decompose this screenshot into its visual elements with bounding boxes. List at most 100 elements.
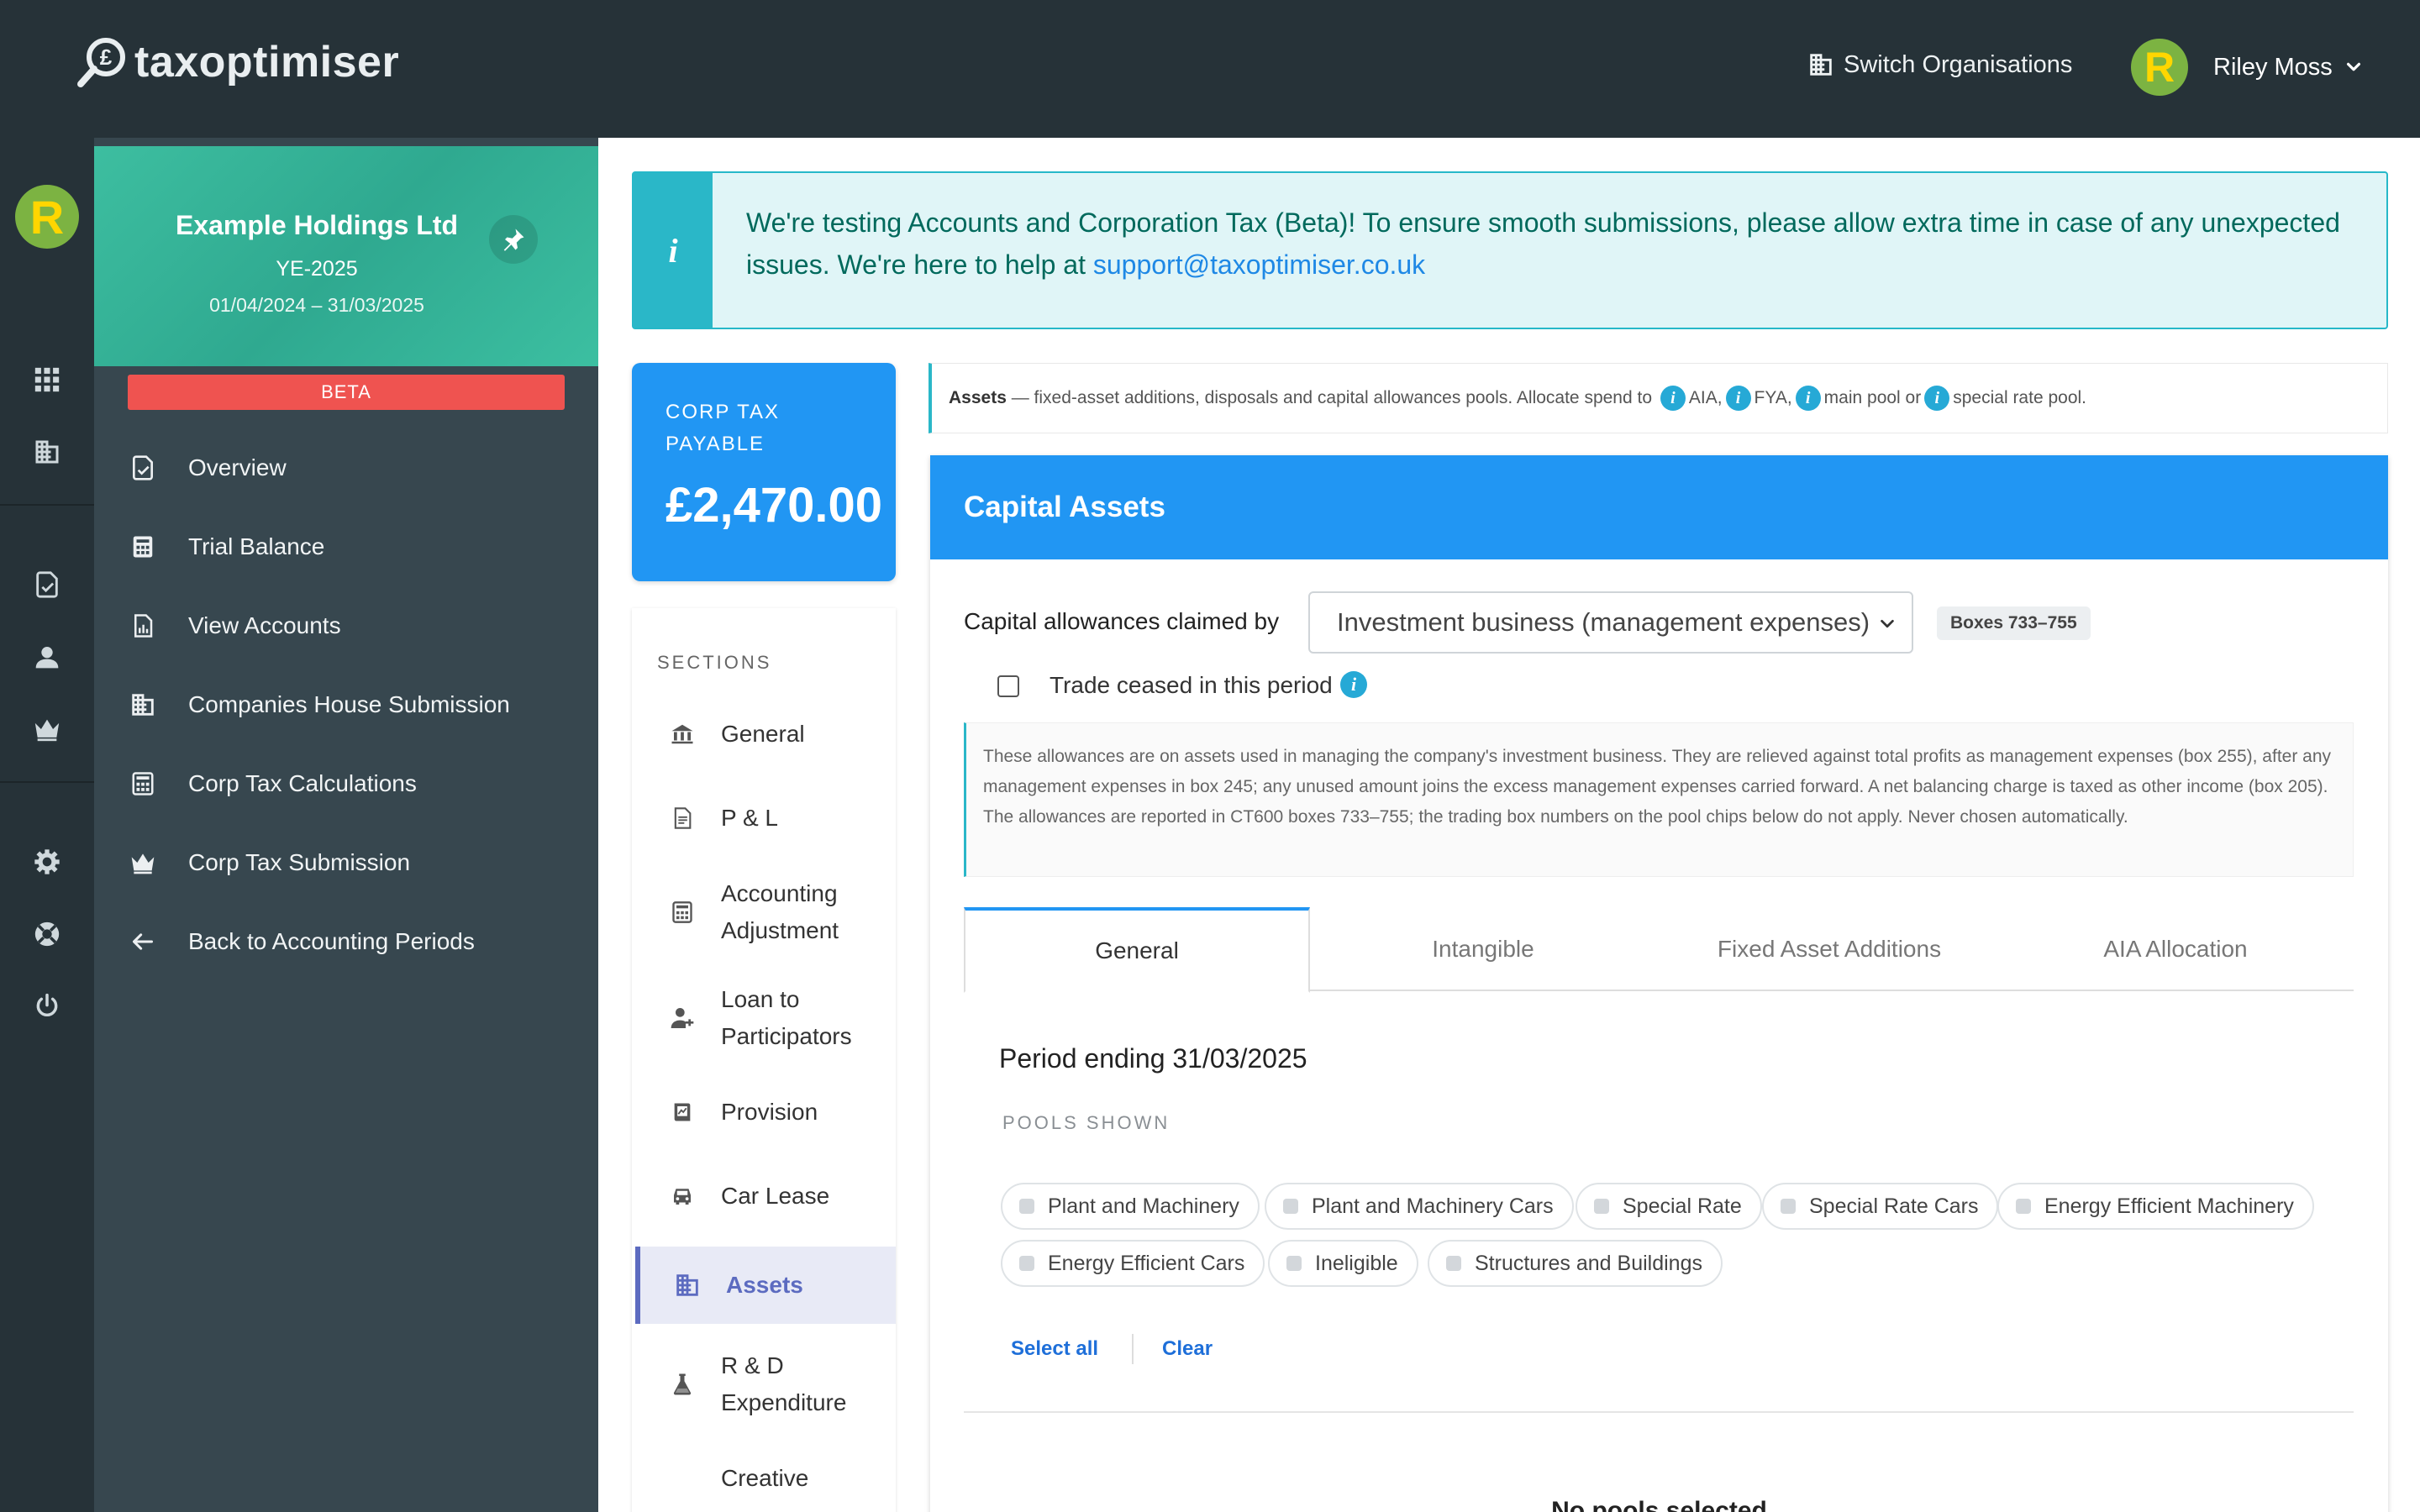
- company-period-dates: 01/04/2024 – 31/03/2025: [209, 294, 424, 316]
- info-icon: i: [634, 173, 713, 328]
- info-icon[interactable]: i: [1725, 386, 1751, 411]
- nav-corp-tax-submission[interactable]: Corp Tax Submission: [94, 833, 598, 892]
- pool-chip-label: Energy Efficient Machinery: [2044, 1194, 2294, 1218]
- beta-alert: i We're testing Accounts and Corporation…: [632, 171, 2388, 329]
- empty-state-message: No pools selected: [1551, 1497, 1767, 1512]
- building-icon: [1810, 54, 1832, 76]
- pool-chip-label: Special Rate Cars: [1809, 1194, 1979, 1218]
- icon-rail: R: [0, 138, 94, 1512]
- power-icon[interactable]: [30, 990, 64, 1023]
- pin-button[interactable]: [489, 215, 538, 264]
- claimed-by-select[interactable]: Investment business (management expenses…: [1308, 591, 1913, 654]
- info-icon[interactable]: i: [1795, 386, 1821, 411]
- info-icon[interactable]: i: [1924, 386, 1950, 411]
- pool-chip[interactable]: Ineligible: [1268, 1240, 1418, 1287]
- nav-label: Corp Tax Calculations: [188, 770, 417, 796]
- chip-dot: [1286, 1256, 1302, 1271]
- nav-corp-tax-calculations[interactable]: Corp Tax Calculations: [94, 754, 598, 813]
- info-icon[interactable]: i: [1660, 386, 1686, 411]
- pool-chip[interactable]: Special Rate: [1576, 1183, 1762, 1230]
- section-assets[interactable]: Assets: [635, 1247, 896, 1324]
- section-provision[interactable]: Provision: [635, 1079, 896, 1146]
- claimed-by-value: Investment business (management expenses…: [1337, 607, 1870, 637]
- pool-chip-label: Ineligible: [1315, 1251, 1398, 1275]
- person-icon[interactable]: [30, 640, 64, 674]
- note-fya: FYA,: [1754, 388, 1792, 407]
- company-name: Example Holdings Ltd: [175, 210, 459, 240]
- card-title: Capital Assets: [930, 455, 2388, 559]
- view-accounts-icon: [126, 612, 160, 639]
- support-email-link[interactable]: support@taxoptimiser.co.uk: [1093, 249, 1425, 280]
- section-label: Car Lease: [721, 1183, 830, 1209]
- building-icon[interactable]: [30, 435, 64, 469]
- companies-house-icon: [126, 690, 160, 719]
- switch-organisations-label: Switch Organisations: [1844, 50, 2073, 78]
- beta-badge: BETA: [128, 375, 565, 410]
- switch-organisations-button[interactable]: Switch Organisations: [1807, 50, 2072, 79]
- nav-trial-balance[interactable]: Trial Balance: [94, 517, 598, 576]
- section-loan-to-participators[interactable]: Loan to Participators: [635, 974, 896, 1062]
- tab-fixed-asset-additions[interactable]: Fixed Asset Additions: [1656, 907, 2002, 991]
- pool-chip[interactable]: Energy Efficient Cars: [1001, 1240, 1265, 1287]
- pool-chip[interactable]: Energy Efficient Machinery: [1997, 1183, 2314, 1230]
- tab-general[interactable]: General: [964, 907, 1310, 993]
- clear-link[interactable]: Clear: [1162, 1337, 1213, 1361]
- flask-icon: [664, 1371, 701, 1398]
- apps-grid-icon[interactable]: [30, 363, 64, 396]
- note-title: Assets: [949, 388, 1007, 407]
- support-icon[interactable]: [30, 917, 64, 951]
- calculator-icon: [126, 770, 160, 797]
- sidebar: Example Holdings Ltd YE-2025 01/04/2024 …: [94, 138, 598, 1512]
- bank-icon: [664, 722, 701, 747]
- pool-chip[interactable]: Special Rate Cars: [1762, 1183, 1999, 1230]
- nav-companies-house-submission[interactable]: Companies House Submission: [94, 675, 598, 734]
- sections-panel: SECTIONS General P & L Accounting Adjust…: [632, 608, 896, 1512]
- chip-dot: [1594, 1199, 1609, 1214]
- select-all-link[interactable]: Select all: [1011, 1337, 1098, 1361]
- rail-divider: [0, 504, 94, 506]
- tab-intangible[interactable]: Intangible: [1310, 907, 1656, 991]
- crown-icon[interactable]: [30, 712, 64, 746]
- organisation-avatar[interactable]: R: [15, 185, 79, 249]
- gear-icon[interactable]: [30, 845, 64, 879]
- back-arrow-icon: [126, 930, 160, 953]
- chevron-down-icon: [1881, 619, 1894, 628]
- pool-chip[interactable]: Structures and Buildings: [1428, 1240, 1723, 1287]
- document-check-icon[interactable]: [30, 568, 64, 601]
- tax-value: £2,470.00: [666, 478, 883, 533]
- nav-back-to-accounting-periods[interactable]: Back to Accounting Periods: [94, 912, 598, 971]
- avatar: R: [2131, 39, 2188, 96]
- section-general[interactable]: General: [635, 701, 896, 768]
- section-r-and-d-expenditure[interactable]: R & D Expenditure: [635, 1341, 896, 1428]
- tab-aia-allocation[interactable]: AIA Allocation: [2002, 907, 2349, 991]
- info-icon[interactable]: i: [1340, 671, 1367, 698]
- nav-overview[interactable]: Overview: [94, 438, 598, 497]
- capital-assets-card: Capital Assets Capital allowances claime…: [930, 455, 2388, 1512]
- nav-label: Corp Tax Submission: [188, 849, 411, 875]
- car-icon: [664, 1184, 701, 1209]
- top-bar: £ taxoptimiser Switch Organisations R Ri…: [0, 0, 2420, 138]
- section-label: Assets: [726, 1272, 803, 1298]
- app-logo[interactable]: £ taxoptimiser: [76, 35, 399, 89]
- pool-chip-label: Energy Efficient Cars: [1048, 1251, 1245, 1275]
- pool-chip-label: Structures and Buildings: [1475, 1251, 1702, 1275]
- section-creative[interactable]: Creative: [635, 1445, 896, 1512]
- magnifier-pound-icon: £: [76, 35, 129, 89]
- section-accounting-adjustment[interactable]: Accounting Adjustment: [635, 869, 896, 956]
- user-menu[interactable]: R Riley Moss: [2131, 39, 2363, 96]
- nav-view-accounts[interactable]: View Accounts: [94, 596, 598, 655]
- corp-tax-payable-card: CORP TAX PAYABLE £2,470.00: [632, 363, 896, 581]
- section-car-lease[interactable]: Car Lease: [635, 1163, 896, 1230]
- trade-ceased-checkbox[interactable]: [997, 675, 1019, 697]
- pools-heading: POOLS SHOWN: [1002, 1112, 1171, 1133]
- period-heading: Period ending 31/03/2025: [999, 1043, 1307, 1074]
- person-money-icon: [664, 1005, 701, 1032]
- note-text: — fixed-asset additions, disposals and c…: [1006, 388, 1657, 407]
- section-p-and-l[interactable]: P & L: [635, 785, 896, 852]
- user-name: Riley Moss: [2213, 53, 2333, 81]
- pool-chip[interactable]: Plant and Machinery Cars: [1265, 1183, 1574, 1230]
- chip-dot: [1019, 1256, 1034, 1271]
- pool-chip-label: Plant and Machinery: [1048, 1194, 1239, 1218]
- chip-dot: [1781, 1199, 1796, 1214]
- pool-chip[interactable]: Plant and Machinery: [1001, 1183, 1260, 1230]
